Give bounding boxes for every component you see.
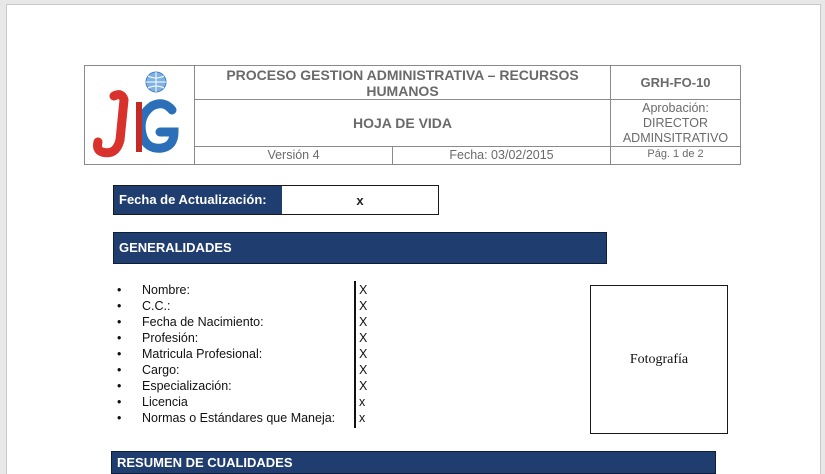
date-info: Fecha: 03/02/2015 — [449, 148, 554, 162]
photo-label: Fotografía — [629, 351, 689, 367]
field-value[interactable]: x — [359, 411, 365, 425]
field-label: C.C.: — [142, 299, 171, 313]
bullet-icon: • — [117, 347, 122, 361]
process-title: PROCESO GESTION ADMINISTRATIVA – RECURSO… — [195, 66, 610, 100]
field-value[interactable]: X — [359, 379, 367, 393]
update-date-value[interactable]: x — [282, 186, 438, 214]
field-value[interactable]: X — [359, 283, 367, 297]
version-info: Versión 4 — [195, 147, 393, 164]
page-number: Pág. 1 de 2 — [610, 147, 740, 164]
update-date-row: Fecha de Actualización: x — [113, 185, 439, 215]
field-value[interactable]: X — [359, 347, 367, 361]
document-header-table: PROCESO GESTION ADMINISTRATIVA – RECURSO… — [84, 65, 741, 165]
field-label: Profesión: — [142, 331, 199, 345]
document-code: GRH-FO-10 — [610, 66, 740, 100]
document-name: HOJA DE VIDA — [195, 100, 610, 147]
field-value[interactable]: X — [359, 315, 367, 329]
field-label: Fecha de Nacimiento: — [142, 315, 264, 329]
field-label: Matricula Profesional: — [142, 347, 263, 361]
bullet-icon: • — [117, 299, 122, 313]
field-value[interactable]: X — [359, 331, 367, 345]
field-label: Licencia — [142, 395, 188, 409]
section-summary-header: RESUMEN DE CUALIDADES — [111, 451, 716, 474]
bullet-icon: • — [117, 411, 122, 425]
bullet-icon: • — [117, 395, 122, 409]
field-label: Especialización: — [142, 379, 232, 393]
document-page: PROCESO GESTION ADMINISTRATIVA – RECURSO… — [6, 4, 821, 474]
section-general-header: GENERALIDADES — [113, 232, 607, 264]
field-label: Nombre: — [142, 283, 190, 297]
field-label: Normas o Estándares que Maneja: — [142, 411, 336, 425]
bullet-icon: • — [117, 331, 122, 345]
field-value[interactable]: x — [359, 395, 365, 409]
approval-info: Aprobación: DIRECTOR ADMINSITRATIVO — [610, 100, 740, 147]
bullet-icon: • — [117, 283, 122, 297]
field-value[interactable]: X — [359, 363, 367, 377]
field-divider-line — [354, 281, 356, 428]
field-label: Cargo: — [142, 363, 180, 377]
company-logo — [85, 66, 195, 164]
bullet-icon: • — [117, 379, 122, 393]
bullet-icon: • — [117, 315, 122, 329]
photo-box[interactable]: Fotografía — [590, 285, 728, 434]
field-value[interactable]: X — [359, 299, 367, 313]
update-date-label: Fecha de Actualización: — [114, 186, 282, 214]
bullet-icon: • — [117, 363, 122, 377]
